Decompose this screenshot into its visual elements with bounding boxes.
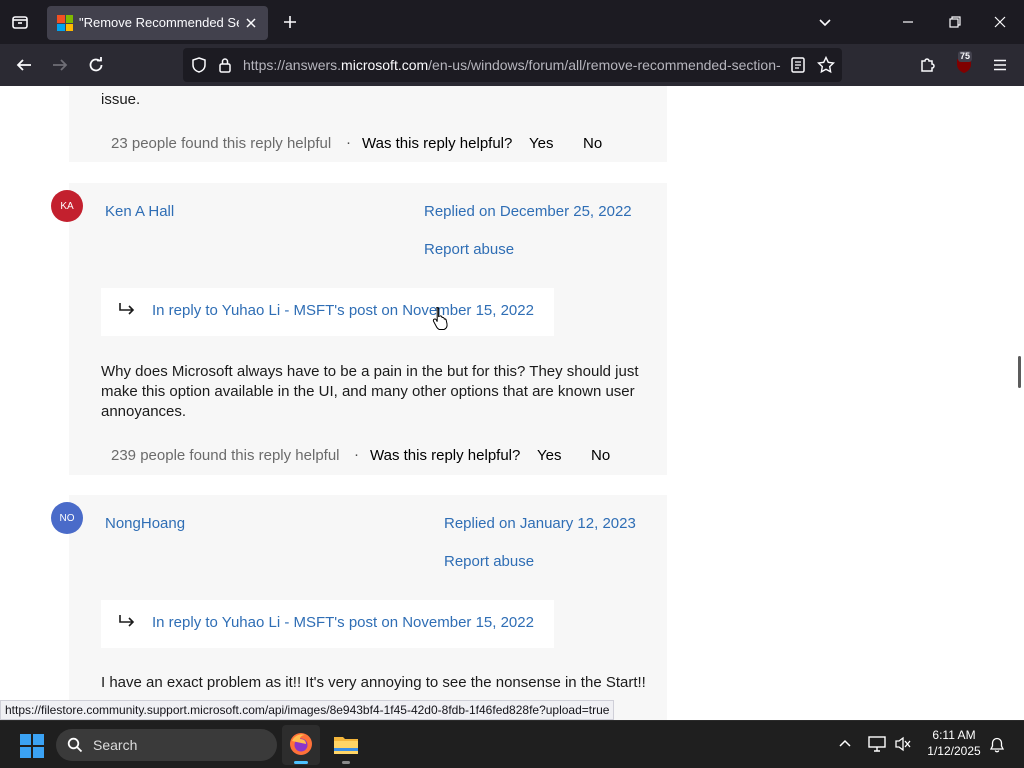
taskbar-search[interactable]: Search: [56, 729, 277, 761]
reply-arrow-icon: [117, 300, 137, 320]
in-reply-to-link[interactable]: In reply to Yuhao Li - MSFT's post on No…: [152, 288, 534, 334]
network-icon[interactable]: [866, 733, 888, 755]
chevron-up-icon[interactable]: [834, 733, 856, 755]
helpful-count: 23 people found this reply helpful: [111, 135, 332, 152]
firefox-taskbar-icon[interactable]: [282, 725, 320, 765]
minimize-icon[interactable]: [896, 10, 920, 34]
clock-time: 6:11 AM: [932, 728, 976, 742]
windows-start-icon[interactable]: [20, 734, 44, 758]
helpful-question: Was this reply helpful?: [370, 447, 521, 464]
author-name[interactable]: NongHoang: [105, 515, 185, 532]
reply-body: Why does Microsoft always have to be a p…: [101, 363, 639, 420]
tracking-protection-shield-icon[interactable]: [189, 55, 209, 75]
in-reply-to-box: In reply to Yuhao Li - MSFT's post on No…: [101, 600, 554, 648]
replied-date[interactable]: Replied on December 25, 2022: [424, 203, 632, 220]
lock-icon[interactable]: [215, 55, 235, 75]
separator-dot: ·: [346, 134, 351, 151]
tab-list-icon[interactable]: [8, 10, 32, 34]
replied-date[interactable]: Replied on January 12, 2023: [444, 515, 636, 532]
link-status-bar: https://filestore.community.support.micr…: [0, 700, 615, 720]
hamburger-menu-icon[interactable]: [988, 53, 1012, 77]
taskbar: Search 6:11 AM 1/12/2025: [0, 720, 1024, 768]
search-icon: [67, 737, 83, 753]
yes-button[interactable]: Yes: [537, 447, 561, 464]
navigation-bar: https://answers.microsoft.com/en-us/wind…: [0, 44, 1024, 86]
reader-view-icon[interactable]: [788, 55, 808, 75]
restore-icon[interactable]: [943, 10, 967, 34]
volume-muted-icon[interactable]: [892, 733, 914, 755]
back-icon[interactable]: [12, 53, 36, 77]
avatar[interactable]: NO: [51, 502, 83, 534]
helpful-count: 239 people found this reply helpful: [111, 447, 340, 464]
tab-title: "Remove Recommended Section: [79, 15, 239, 30]
url-text[interactable]: https://answers.microsoft.com/en-us/wind…: [243, 48, 783, 82]
avatar[interactable]: KA: [51, 190, 83, 222]
browser-tab[interactable]: "Remove Recommended Section: [47, 6, 268, 40]
scrollbar-thumb[interactable]: [1018, 356, 1021, 388]
extensions-puzzle-icon[interactable]: [916, 53, 940, 77]
reply-body-tail: issue.: [101, 91, 141, 108]
report-abuse-link[interactable]: Report abuse: [444, 553, 534, 570]
taskbar-clock[interactable]: 6:11 AM 1/12/2025: [918, 727, 990, 759]
no-button[interactable]: No: [591, 447, 610, 464]
file-explorer-taskbar-icon[interactable]: [327, 725, 365, 765]
url-bar[interactable]: https://answers.microsoft.com/en-us/wind…: [183, 48, 842, 82]
report-abuse-link[interactable]: Report abuse: [424, 241, 514, 258]
search-label: Search: [93, 737, 138, 753]
forward-icon[interactable]: [48, 53, 72, 77]
yes-button[interactable]: Yes: [529, 135, 553, 152]
helpful-row: 23 people found this reply helpful: [111, 135, 331, 152]
reply-arrow-icon: [117, 612, 137, 632]
reload-icon[interactable]: [84, 53, 108, 77]
separator-dot: ·: [354, 446, 359, 463]
new-tab-icon[interactable]: [278, 10, 302, 34]
microsoft-logo-icon: [57, 15, 73, 31]
extension-badge-count: 75: [958, 51, 973, 62]
hand-cursor-icon: [432, 306, 450, 330]
author-name[interactable]: Ken A Hall: [105, 203, 174, 220]
helpful-question: Was this reply helpful?: [362, 135, 513, 152]
close-tab-icon[interactable]: [240, 12, 262, 34]
notification-bell-icon[interactable]: [986, 734, 1008, 756]
clock-date: 1/12/2025: [927, 744, 981, 758]
close-window-icon[interactable]: [988, 10, 1012, 34]
chevron-down-icon[interactable]: [813, 10, 837, 34]
no-button[interactable]: No: [583, 135, 602, 152]
in-reply-to-box: In reply to Yuhao Li - MSFT's post on No…: [101, 288, 554, 336]
title-bar: "Remove Recommended Section: [0, 0, 1024, 44]
reply-body: I have an exact problem as it!! It's ver…: [101, 674, 646, 691]
in-reply-to-link[interactable]: In reply to Yuhao Li - MSFT's post on No…: [152, 600, 534, 646]
page-content: issue. 23 people found this reply helpfu…: [0, 86, 1024, 720]
bookmark-star-icon[interactable]: [816, 55, 836, 75]
